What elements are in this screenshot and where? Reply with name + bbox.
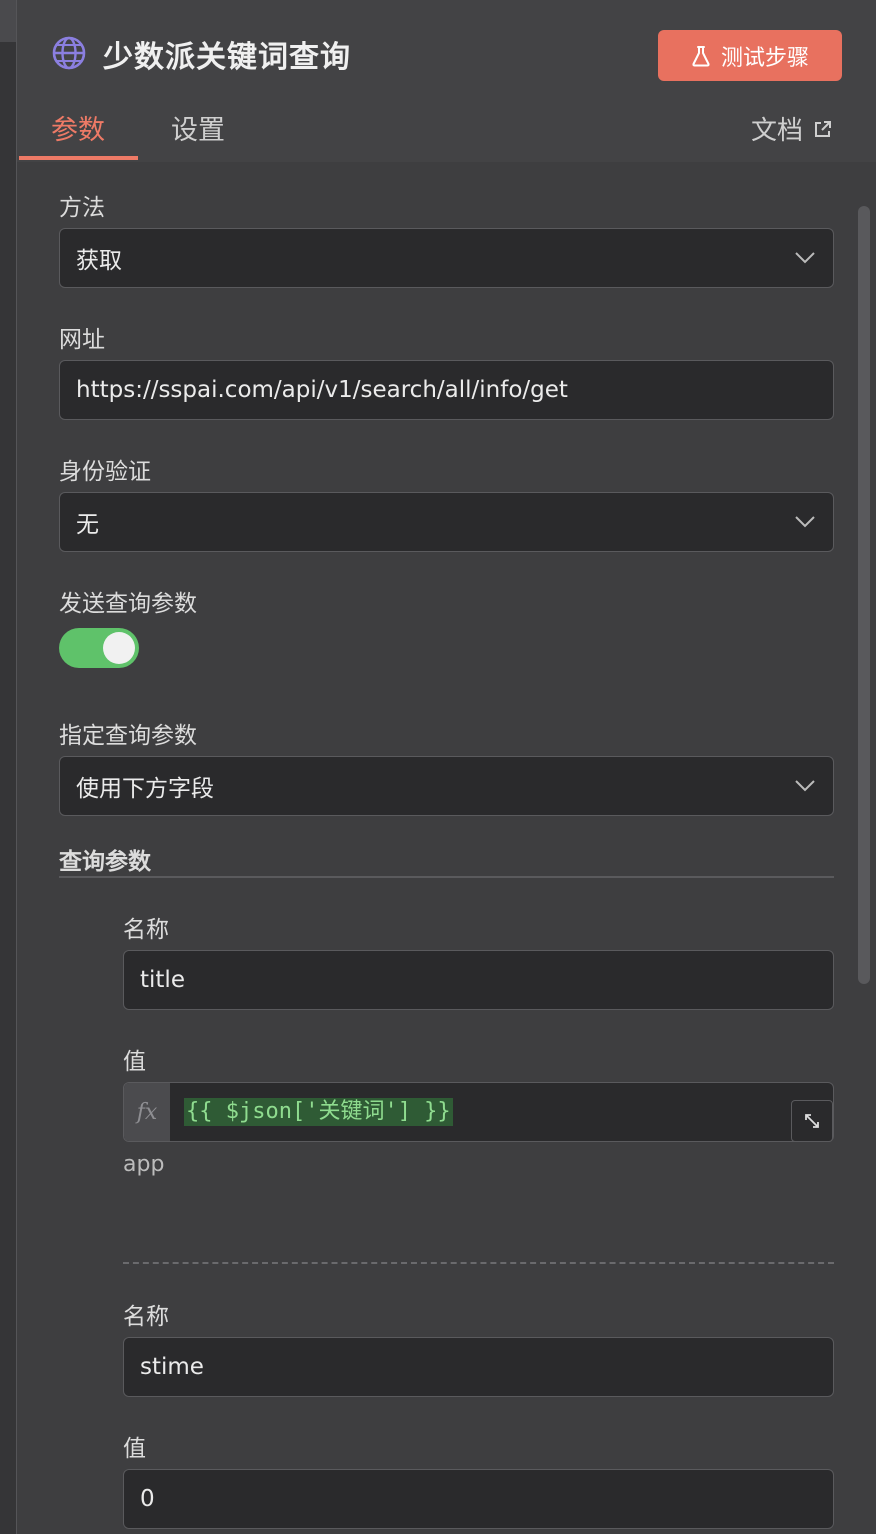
param-value-input[interactable]: 0 (123, 1469, 834, 1529)
external-link-icon (815, 120, 832, 137)
globe-icon (52, 36, 86, 70)
method-label: 方法 (59, 195, 105, 221)
tab-parameters[interactable]: 参数 (51, 108, 105, 147)
auth-value: 无 (76, 512, 99, 538)
expand-editor-button[interactable] (791, 1100, 833, 1142)
specify-query-value: 使用下方字段 (76, 776, 214, 802)
specify-query-select[interactable]: 使用下方字段 (59, 756, 834, 816)
tab-settings[interactable]: 设置 (171, 108, 225, 147)
node-title[interactable]: 少数派关键词查询 (103, 32, 351, 76)
chevron-down-icon (795, 516, 815, 528)
param-separator (123, 1262, 834, 1264)
param-value-label: 值 (123, 1049, 146, 1075)
expression-preview: app (123, 1152, 165, 1177)
url-input[interactable]: https://sspai.com/api/v1/search/all/info… (59, 360, 834, 420)
auth-select[interactable]: 无 (59, 492, 834, 552)
url-value: https://sspai.com/api/v1/search/all/info… (76, 377, 568, 403)
expand-icon (805, 1114, 819, 1128)
param-value-label: 值 (123, 1436, 146, 1462)
param-name-value: title (140, 967, 185, 993)
param-name-input[interactable]: title (123, 950, 834, 1010)
auth-label: 身份验证 (59, 459, 151, 485)
active-tab-indicator (19, 156, 138, 160)
param-name-label: 名称 (123, 917, 169, 943)
specify-query-label: 指定查询参数 (59, 723, 197, 749)
test-step-label: 测试步骤 (720, 45, 809, 71)
chevron-down-icon (795, 780, 815, 792)
scrollbar-thumb[interactable] (858, 206, 870, 984)
send-query-toggle[interactable] (59, 628, 139, 668)
query-section-title: 查询参数 (59, 849, 151, 875)
url-label: 网址 (59, 327, 105, 353)
method-select[interactable]: 获取 (59, 228, 834, 288)
node-settings-panel: 少数派关键词查询 测试步骤 参数 设置 文档 方法 获取 网址 https://… (16, 0, 876, 1534)
flask-icon (692, 45, 710, 66)
section-divider (59, 876, 834, 878)
expression-text: {{ $json['关键词'] }} (184, 1098, 453, 1126)
param-value: 0 (140, 1486, 155, 1512)
toggle-knob (103, 632, 135, 664)
canvas-top-bar (0, 0, 16, 42)
test-step-button[interactable]: 测试步骤 (658, 30, 842, 81)
canvas-background-strip (0, 0, 16, 1534)
param-name-label: 名称 (123, 1304, 169, 1330)
param-name-input[interactable]: stime (123, 1337, 834, 1397)
param-name-value: stime (140, 1354, 204, 1380)
docs-link[interactable]: 文档 (751, 110, 833, 147)
param-value-expression-input[interactable]: fx {{ $json['关键词'] }} (123, 1082, 834, 1142)
fx-icon: fx (124, 1083, 170, 1141)
method-value: 获取 (76, 248, 122, 274)
panel-header: 少数派关键词查询 测试步骤 参数 设置 文档 (17, 0, 876, 162)
send-query-label: 发送查询参数 (59, 591, 197, 617)
docs-label: 文档 (751, 116, 804, 146)
chevron-down-icon (795, 252, 815, 264)
